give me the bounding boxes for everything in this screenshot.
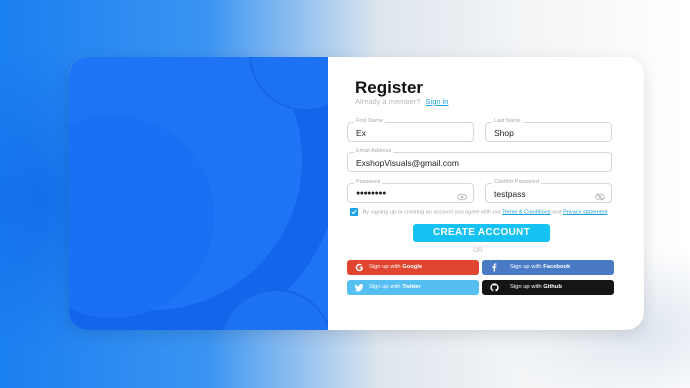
facebook-icon [490,263,499,272]
first-name-field[interactable]: First Name Ex [347,118,474,142]
register-card: Register Already a member? Sign in First… [69,57,644,330]
password-field[interactable]: Password ●●●●●●●● [347,179,474,203]
github-signup-button[interactable]: Sign up with Github [482,280,614,295]
google-signup-button[interactable]: Sign up with Google [347,260,479,275]
email-field[interactable]: Email Address ExshopVisuals@gmail.com [347,148,612,172]
last-name-label: Last Name [492,118,523,124]
twitter-signup-button[interactable]: Sign up with Twitter [347,280,479,295]
email-label: Email Address [354,148,394,154]
eye-icon[interactable] [457,189,467,201]
first-name-label: First Name [354,118,385,124]
terms-text: By signing up or creating an account you… [362,209,501,216]
last-name-field[interactable]: Last Name Shop [485,118,612,142]
google-prefix: Sign up with [369,264,401,270]
github-label: Github [543,284,562,290]
confirm-password-label: Confirm Password [492,179,541,185]
decorative-panel [69,57,328,330]
privacy-statement-link[interactable]: Privacy statement [563,209,607,215]
signin-prompt: Already a member? Sign in [355,97,448,106]
twitter-prefix: Sign up with [369,284,401,290]
facebook-label: Facebook [543,264,571,270]
password-label: Password [354,179,383,185]
eye-slash-icon[interactable] [595,189,605,201]
or-divider: OR [473,247,483,254]
terms-and-text: and [552,209,562,216]
register-form: Register Already a member? Sign in First… [328,57,644,330]
google-icon [355,263,364,272]
sign-in-link[interactable]: Sign in [426,97,449,106]
facebook-signup-button[interactable]: Sign up with Facebook [482,260,614,275]
twitter-label: Twitter [402,284,421,290]
password-value: ●●●●●●●● [356,190,386,197]
twitter-icon [354,283,364,292]
already-member-text: Already a member? [355,97,421,106]
github-icon [490,283,499,292]
terms-agreement: By signing up or creating an account you… [350,208,608,216]
facebook-prefix: Sign up with [510,264,542,270]
github-prefix: Sign up with [510,284,542,290]
terms-checkbox[interactable] [350,208,358,216]
page-title: Register [355,78,424,97]
terms-conditions-link[interactable]: Terms & Conditions [502,209,551,215]
last-name-value: Shop [494,128,514,138]
confirm-password-value: testpass [494,189,526,199]
create-account-button[interactable]: CREATE ACCOUNT [413,224,550,242]
first-name-value: Ex [356,128,366,138]
email-value: ExshopVisuals@gmail.com [356,158,459,168]
confirm-password-field[interactable]: Confirm Password testpass [485,179,612,203]
google-label: Google [402,264,423,270]
